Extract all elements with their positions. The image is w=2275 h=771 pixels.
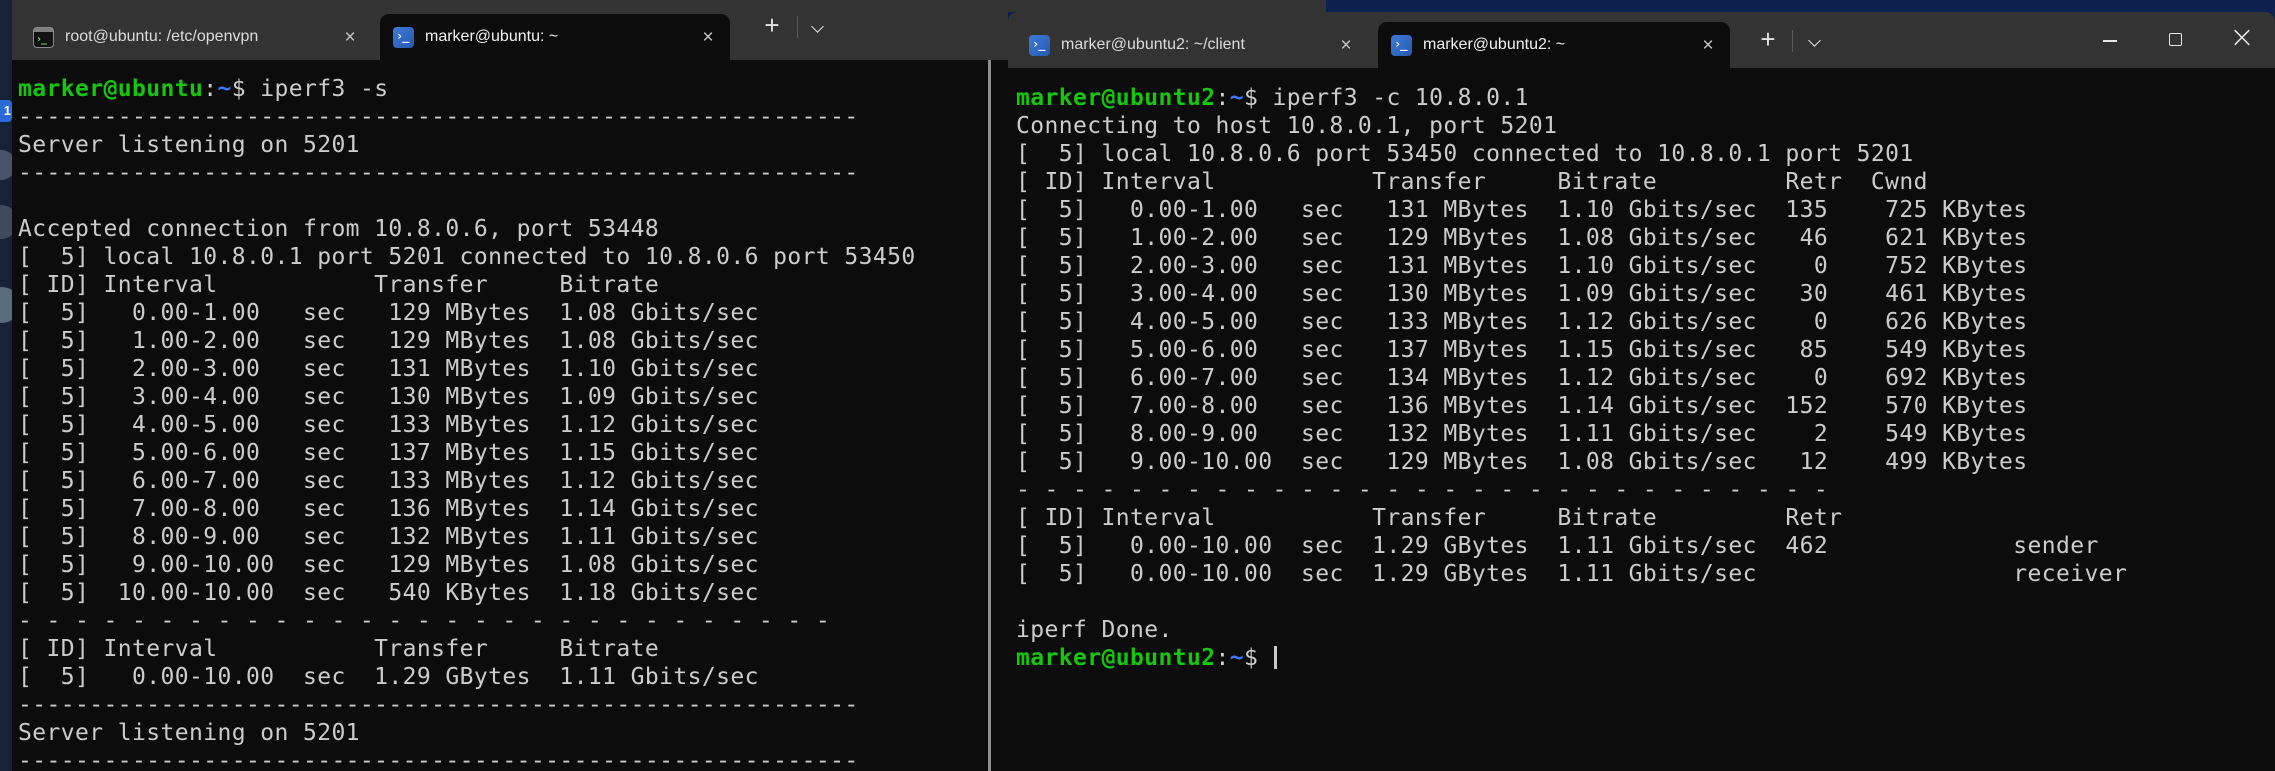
terminal-line: [ 5] 0.00-1.00 sec 131 MBytes 1.10 Gbits… <box>1016 196 2275 224</box>
terminal-line: ----------------------------------------… <box>18 747 1008 771</box>
console-icon: ›_ <box>33 27 54 48</box>
powershell-icon: ›_ <box>393 27 414 48</box>
terminal-line: [ ID] Interval Transfer Bitrate <box>18 635 1008 663</box>
tab-dropdown-button[interactable] <box>1800 22 1830 58</box>
terminal-line: [ 5] 0.00-10.00 sec 1.29 GBytes 1.11 Gbi… <box>18 663 1008 691</box>
terminal-line: [ 5] 9.00-10.00 sec 129 MBytes 1.08 Gbit… <box>1016 448 2275 476</box>
terminal-line: Connecting to host 10.8.0.1, port 5201 <box>1016 112 2275 140</box>
tab-marker-ubuntu2[interactable]: ›_ marker@ubuntu2: ~ × <box>1378 22 1730 68</box>
left-tabbar-sliver <box>1008 0 1326 12</box>
terminal-line: [ 5] 1.00-2.00 sec 129 MBytes 1.08 Gbits… <box>18 327 1008 355</box>
tab-dropdown-button[interactable] <box>803 8 833 44</box>
chevron-down-icon <box>1808 34 1821 47</box>
terminal-line: [ 5] 10.00-10.00 sec 540 KBytes 1.18 Gbi… <box>18 579 1008 607</box>
tab-close-icon[interactable]: × <box>1696 36 1720 55</box>
close-window-button[interactable]: × <box>2209 12 2275 68</box>
minimize-button[interactable] <box>2077 12 2143 68</box>
terminal-line: marker@ubuntu:~$ iperf3 -s <box>18 75 1008 103</box>
terminal-line: [ 5] 0.00-10.00 sec 1.29 GBytes 1.11 Gbi… <box>1016 560 2275 588</box>
right-tab-bar: ›_ marker@ubuntu2: ~/client × ›_ marker@… <box>1008 12 2275 68</box>
new-tab-button[interactable]: + <box>1750 22 1786 58</box>
terminal-line: ----------------------------------------… <box>18 159 1008 187</box>
terminal-line: - - - - - - - - - - - - - - - - - - - - … <box>18 607 1008 635</box>
terminal-line: [ 5] 3.00-4.00 sec 130 MBytes 1.09 Gbits… <box>1016 280 2275 308</box>
tab-close-icon[interactable]: × <box>696 28 720 47</box>
terminal-line: [ ID] Interval Transfer Bitrate <box>18 271 1008 299</box>
terminal-line: [ 5] 8.00-9.00 sec 132 MBytes 1.11 Gbits… <box>18 523 1008 551</box>
terminal-line: [ 5] 7.00-8.00 sec 136 MBytes 1.14 Gbits… <box>18 495 1008 523</box>
terminal-line: Accepted connection from 10.8.0.6, port … <box>18 215 1008 243</box>
maximize-icon <box>2169 33 2182 46</box>
terminal-line: [ 5] 5.00-6.00 sec 137 MBytes 1.15 Gbits… <box>18 439 1008 467</box>
terminal-line: [ 5] 6.00-7.00 sec 133 MBytes 1.12 Gbits… <box>18 467 1008 495</box>
tab-title: marker@ubuntu2: ~ <box>1423 36 1696 54</box>
maximize-button[interactable] <box>2143 12 2209 68</box>
terminal-line: iperf Done. <box>1016 616 2275 644</box>
terminal-line: ----------------------------------------… <box>18 103 1008 131</box>
terminal-cursor <box>1274 646 1277 669</box>
terminal-line: [ 5] 5.00-6.00 sec 137 MBytes 1.15 Gbits… <box>1016 336 2275 364</box>
tab-title: marker@ubuntu2: ~/client <box>1061 36 1334 54</box>
powershell-icon: ›_ <box>1391 35 1412 56</box>
new-tab-button[interactable]: + <box>754 8 790 44</box>
terminal-line: [ 5] 9.00-10.00 sec 129 MBytes 1.08 Gbit… <box>18 551 1008 579</box>
left-tab-bar: ›_ root@ubuntu: /etc/openvpn × ›_ marker… <box>12 0 1008 60</box>
terminal-line: [ 5] 4.00-5.00 sec 133 MBytes 1.12 Gbits… <box>18 411 1008 439</box>
terminal-line: [ ID] Interval Transfer Bitrate Retr Cwn… <box>1016 168 2275 196</box>
close-icon: × <box>2209 12 2275 68</box>
tab-title: root@ubuntu: /etc/openvpn <box>65 28 338 46</box>
terminal-line: [ 5] local 10.8.0.1 port 5201 connected … <box>18 243 1008 271</box>
terminal-line: [ 5] 3.00-4.00 sec 130 MBytes 1.09 Gbits… <box>18 383 1008 411</box>
tabbar-separator <box>797 16 798 38</box>
tab-close-icon[interactable]: × <box>1334 36 1358 55</box>
terminal-line: [ 5] 1.00-2.00 sec 129 MBytes 1.08 Gbits… <box>1016 224 2275 252</box>
tabbar-separator <box>1792 30 1793 52</box>
terminal-line: [ 5] 2.00-3.00 sec 131 MBytes 1.10 Gbits… <box>1016 252 2275 280</box>
powershell-icon: ›_ <box>1029 35 1050 56</box>
terminal-line: Server listening on 5201 <box>18 719 1008 747</box>
terminal-line: marker@ubuntu2:~$ iperf3 -c 10.8.0.1 <box>1016 84 2275 112</box>
terminal-line: [ 5] 8.00-9.00 sec 132 MBytes 1.11 Gbits… <box>1016 420 2275 448</box>
left-terminal-content[interactable]: marker@ubuntu:~$ iperf3 -s--------------… <box>12 60 1008 771</box>
tab-marker-ubuntu[interactable]: ›_ marker@ubuntu: ~ × <box>380 14 730 60</box>
terminal-line: marker@ubuntu2:~$ <box>1016 644 2275 672</box>
minimize-icon <box>2103 40 2117 42</box>
terminal-line: [ 5] 2.00-3.00 sec 131 MBytes 1.10 Gbits… <box>18 355 1008 383</box>
right-terminal-content[interactable]: marker@ubuntu2:~$ iperf3 -c 10.8.0.1Conn… <box>1008 68 2275 771</box>
terminal-line <box>18 187 1008 215</box>
left-terminal-scrollbar[interactable] <box>988 60 991 771</box>
terminal-line: [ 5] 4.00-5.00 sec 133 MBytes 1.12 Gbits… <box>1016 308 2275 336</box>
notification-badge: 1 <box>0 100 12 122</box>
terminal-window-right: ›_ marker@ubuntu2: ~/client × ›_ marker@… <box>1008 12 2275 771</box>
terminal-line: - - - - - - - - - - - - - - - - - - - - … <box>1016 476 2275 504</box>
titlebar-drag-region[interactable] <box>1838 12 2077 68</box>
tab-title: marker@ubuntu: ~ <box>425 28 696 46</box>
terminal-line: [ 5] 6.00-7.00 sec 134 MBytes 1.12 Gbits… <box>1016 364 2275 392</box>
terminal-line: Server listening on 5201 <box>18 131 1008 159</box>
terminal-line: [ 5] local 10.8.0.6 port 53450 connected… <box>1016 140 2275 168</box>
tab-marker-ubuntu2-client[interactable]: ›_ marker@ubuntu2: ~/client × <box>1016 22 1368 68</box>
tab-close-icon[interactable]: × <box>338 28 362 47</box>
chevron-down-icon <box>811 20 824 33</box>
terminal-line: ----------------------------------------… <box>18 691 1008 719</box>
terminal-line <box>1016 588 2275 616</box>
terminal-line: [ ID] Interval Transfer Bitrate Retr <box>1016 504 2275 532</box>
terminal-window-left: ›_ root@ubuntu: /etc/openvpn × ›_ marker… <box>12 0 1008 771</box>
tab-root-ubuntu-openvpn[interactable]: ›_ root@ubuntu: /etc/openvpn × <box>20 14 372 60</box>
terminal-line: [ 5] 0.00-1.00 sec 129 MBytes 1.08 Gbits… <box>18 299 1008 327</box>
terminal-line: [ 5] 7.00-8.00 sec 136 MBytes 1.14 Gbits… <box>1016 392 2275 420</box>
terminal-line: [ 5] 0.00-10.00 sec 1.29 GBytes 1.11 Gbi… <box>1016 532 2275 560</box>
